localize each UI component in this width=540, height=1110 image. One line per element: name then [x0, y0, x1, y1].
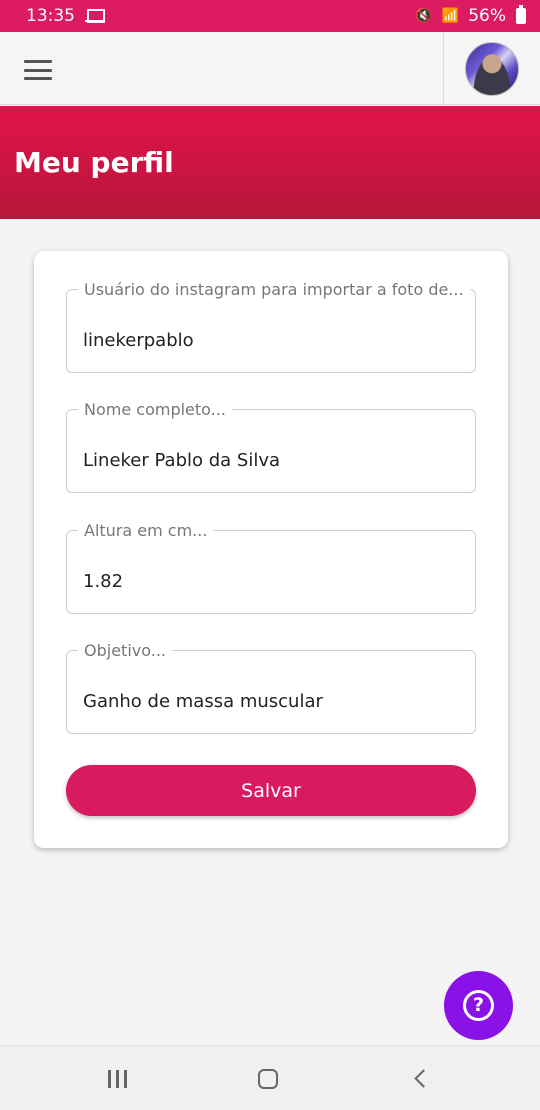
height-input[interactable] [83, 571, 463, 592]
menu-line [24, 68, 52, 72]
home-button[interactable] [228, 1046, 308, 1110]
goal-label: Objetivo... [78, 641, 172, 660]
instagram-user-label: Usuário do instagram para importar a fot… [78, 280, 470, 299]
instagram-user-field: Usuário do instagram para importar a fot… [66, 280, 476, 373]
mute-icon: 🔇 [415, 8, 432, 24]
recents-button[interactable] [77, 1046, 157, 1110]
status-bar: 13:35 🔇 📶 56% [0, 0, 540, 32]
menu-line [24, 77, 52, 80]
status-right: 🔇 📶 56% [415, 5, 526, 26]
recents-icon [107, 1069, 127, 1088]
back-icon [413, 1069, 433, 1088]
home-icon [258, 1068, 278, 1089]
back-button[interactable] [380, 1046, 460, 1110]
battery-icon [516, 5, 526, 24]
page-title: Meu perfil [14, 146, 174, 179]
hamburger-menu-icon[interactable] [24, 60, 52, 80]
system-nav-bar [0, 1045, 540, 1110]
goal-input[interactable] [83, 691, 463, 712]
profile-form-card: Usuário do instagram para importar a fot… [34, 251, 508, 848]
status-left: 13:35 [26, 6, 105, 26]
instagram-user-input[interactable] [83, 330, 463, 351]
avatar-container [443, 32, 540, 105]
goal-field: Objetivo... [66, 641, 476, 734]
height-label: Altura em cm... [78, 521, 214, 540]
question-mark-icon: ? [463, 990, 494, 1021]
avatar[interactable] [465, 41, 519, 96]
full-name-label: Nome completo... [78, 400, 232, 419]
wifi-icon: 📶 [441, 8, 459, 24]
app-bar [0, 32, 540, 105]
height-field: Altura em cm... [66, 521, 476, 614]
page-header: Meu perfil [0, 106, 540, 219]
full-name-input[interactable] [83, 450, 463, 471]
save-button[interactable]: Salvar [66, 765, 476, 816]
status-time: 13:35 [26, 6, 75, 26]
battery-percentage: 56% [468, 6, 506, 26]
full-name-field: Nome completo... [66, 400, 476, 493]
laptop-icon [85, 9, 105, 23]
help-button[interactable]: ? [444, 971, 513, 1040]
menu-line [24, 60, 52, 63]
